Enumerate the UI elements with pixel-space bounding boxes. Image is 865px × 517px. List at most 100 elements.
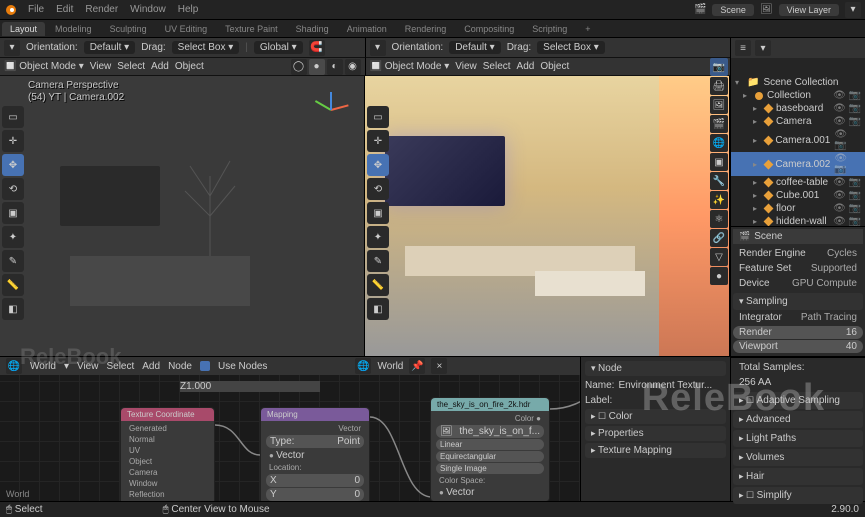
menu-view-2[interactable]: View <box>455 61 477 72</box>
tool-transform[interactable]: ✦ <box>2 226 24 248</box>
env-color-out[interactable]: Color ● <box>435 413 545 424</box>
shading-rendered-icon[interactable]: ◉ <box>345 59 361 75</box>
tab-scripting[interactable]: Scripting <box>524 22 575 36</box>
tool-measure[interactable]: 📏 <box>2 274 24 296</box>
outliner-item-coffee-table[interactable]: ▸coffee-table👁 📷 <box>731 176 865 189</box>
tab-texture[interactable]: Texture Paint <box>217 22 286 36</box>
tab-compositing[interactable]: Compositing <box>456 22 522 36</box>
sock-window[interactable]: Window <box>125 478 210 489</box>
prop-tab-object[interactable]: ▣ <box>710 153 728 171</box>
menu-view[interactable]: View <box>90 61 112 72</box>
outliner-root[interactable]: ▾📁Scene Collection <box>731 76 865 89</box>
env-colorspace[interactable]: Color Space: <box>435 475 545 486</box>
outliner-filter-icon[interactable]: ▾ <box>755 40 771 56</box>
scene-field[interactable]: Scene <box>712 4 754 16</box>
tab-add[interactable]: + <box>577 22 598 36</box>
sock-normal[interactable]: Normal <box>125 434 210 445</box>
env-equirect[interactable]: Equirectangular <box>436 451 544 462</box>
tool-cursor-2[interactable]: ✛ <box>367 130 389 152</box>
prop-tab-world[interactable]: 🌐 <box>710 134 728 152</box>
sock-object[interactable]: Object <box>125 456 210 467</box>
feature-set-value[interactable]: Supported <box>811 263 857 274</box>
menu-select-2[interactable]: Select <box>483 61 511 72</box>
env-file[interactable]: 🖼the_sky_is_on_f... <box>436 425 544 438</box>
tool-move[interactable]: ✥ <box>2 154 24 176</box>
advanced[interactable]: ▸ Advanced <box>733 411 863 428</box>
integrator-value[interactable]: Path Tracing <box>801 312 857 323</box>
simplify[interactable]: ▸ ☐ Simplify <box>733 487 863 504</box>
viewport-rendered[interactable]: ▭ ✛ ✥ ⟲ ▣ ✦ ✎ 📏 ◧ <box>365 76 730 356</box>
tool-scale-2[interactable]: ▣ <box>367 202 389 224</box>
mapping-vector-in[interactable]: ● Vector <box>265 449 365 462</box>
outliner-item-camera-002[interactable]: ▸Camera.002👁 📷 <box>731 152 865 176</box>
tab-uv[interactable]: UV Editing <box>157 22 216 36</box>
tool-cursor[interactable]: ✛ <box>2 130 24 152</box>
tab-sculpting[interactable]: Sculpting <box>102 22 155 36</box>
tab-shading[interactable]: Shading <box>288 22 337 36</box>
transform-orient[interactable]: Global ▾ <box>254 41 303 54</box>
tab-rendering[interactable]: Rendering <box>397 22 455 36</box>
prop-tab-constraint[interactable]: 🔗 <box>710 229 728 247</box>
tool-move-2[interactable]: ✥ <box>367 154 389 176</box>
filter-icon[interactable]: ▾ <box>845 2 861 18</box>
node-texture-coordinate[interactable]: Texture Coordinate Generated Normal UV O… <box>120 407 215 501</box>
viewlayer-field[interactable]: View Layer <box>779 4 839 16</box>
menu-help[interactable]: Help <box>178 4 199 15</box>
outliner-item-floor[interactable]: ▸floor👁 📷 <box>731 202 865 215</box>
tab-modeling[interactable]: Modeling <box>47 22 100 36</box>
menu-object[interactable]: Object <box>175 61 204 72</box>
selectbox-dropdown-2[interactable]: Select Box ▾ <box>537 41 605 54</box>
prop-tab-modifier[interactable]: 🔧 <box>710 172 728 190</box>
menu-edit[interactable]: Edit <box>56 4 73 15</box>
env-vector-in[interactable]: ● Vector <box>435 486 545 499</box>
sock-uv[interactable]: UV <box>125 445 210 456</box>
prop-tab-output[interactable]: 🖨 <box>710 77 728 95</box>
sock-reflection[interactable]: Reflection <box>125 489 210 500</box>
orientation-dropdown-2[interactable]: Default ▾ <box>449 41 501 54</box>
editor-type-icon-2[interactable]: ▾ <box>370 40 386 56</box>
tool-annotate[interactable]: ✎ <box>2 250 24 272</box>
render-samples[interactable]: Render16 <box>733 326 863 339</box>
menu-add-2[interactable]: Add <box>517 61 535 72</box>
tab-animation[interactable]: Animation <box>339 22 395 36</box>
prop-tab-physics[interactable]: ⚛ <box>710 210 728 228</box>
mapping-vector-out[interactable]: Vector <box>265 423 365 434</box>
render-engine-value[interactable]: Cycles <box>827 248 857 259</box>
menu-window[interactable]: Window <box>130 4 166 15</box>
outliner-item-baseboard[interactable]: ▸baseboard👁 📷 <box>731 102 865 115</box>
node-name-field[interactable]: Environment Textur... <box>618 380 726 391</box>
menu-select[interactable]: Select <box>117 61 145 72</box>
tool-scale[interactable]: ▣ <box>2 202 24 224</box>
menu-file[interactable]: File <box>28 4 44 15</box>
orientation-dropdown[interactable]: Default ▾ <box>84 41 136 54</box>
outliner-item-collection[interactable]: ▸Collection👁 📷 <box>731 89 865 102</box>
volumes[interactable]: ▸ Volumes <box>733 449 863 466</box>
mode-dropdown-2[interactable]: 🔲 Object Mode ▾ <box>370 61 450 72</box>
node-label-field[interactable] <box>616 395 726 407</box>
tool-addcube[interactable]: ◧ <box>2 298 24 320</box>
prop-tab-material[interactable]: ● <box>710 267 728 285</box>
prop-tab-render[interactable]: 📷 <box>710 58 728 76</box>
editor-type-icon[interactable]: ▾ <box>4 40 20 56</box>
tool-transform-2[interactable]: ✦ <box>367 226 389 248</box>
prop-tab-scene[interactable]: 🎬 <box>710 115 728 133</box>
tool-rotate-2[interactable]: ⟲ <box>367 178 389 200</box>
node-editor[interactable]: 🌐 World ▾ View Select Add Node Use Nodes… <box>0 357 580 501</box>
tab-layout[interactable]: Layout <box>2 22 45 36</box>
menu-render[interactable]: Render <box>85 4 118 15</box>
mapping-type[interactable]: Type:Point <box>266 435 364 448</box>
prop-tab-data[interactable]: ▽ <box>710 248 728 266</box>
sock-camera[interactable]: Camera <box>125 467 210 478</box>
outliner-type-icon[interactable]: ≡ <box>735 40 751 56</box>
menu-add[interactable]: Add <box>151 61 169 72</box>
env-single[interactable]: Single Image <box>436 463 544 474</box>
sampling-section[interactable]: ▾ Sampling <box>733 293 863 310</box>
tool-select-box[interactable]: ▭ <box>2 106 24 128</box>
properties-panel-lower[interactable]: Total Samples: 256 AA ▸ ☐ Adaptive Sampl… <box>730 357 865 501</box>
outliner-item-camera[interactable]: ▸Camera👁 📷 <box>731 115 865 128</box>
env-linear[interactable]: Linear <box>436 439 544 450</box>
tool-rotate[interactable]: ⟲ <box>2 178 24 200</box>
hair[interactable]: ▸ Hair <box>733 468 863 485</box>
z-field[interactable]: Z1.000 <box>180 381 320 392</box>
node-mapping[interactable]: Mapping Vector Type:Point ● Vector Locat… <box>260 407 370 501</box>
